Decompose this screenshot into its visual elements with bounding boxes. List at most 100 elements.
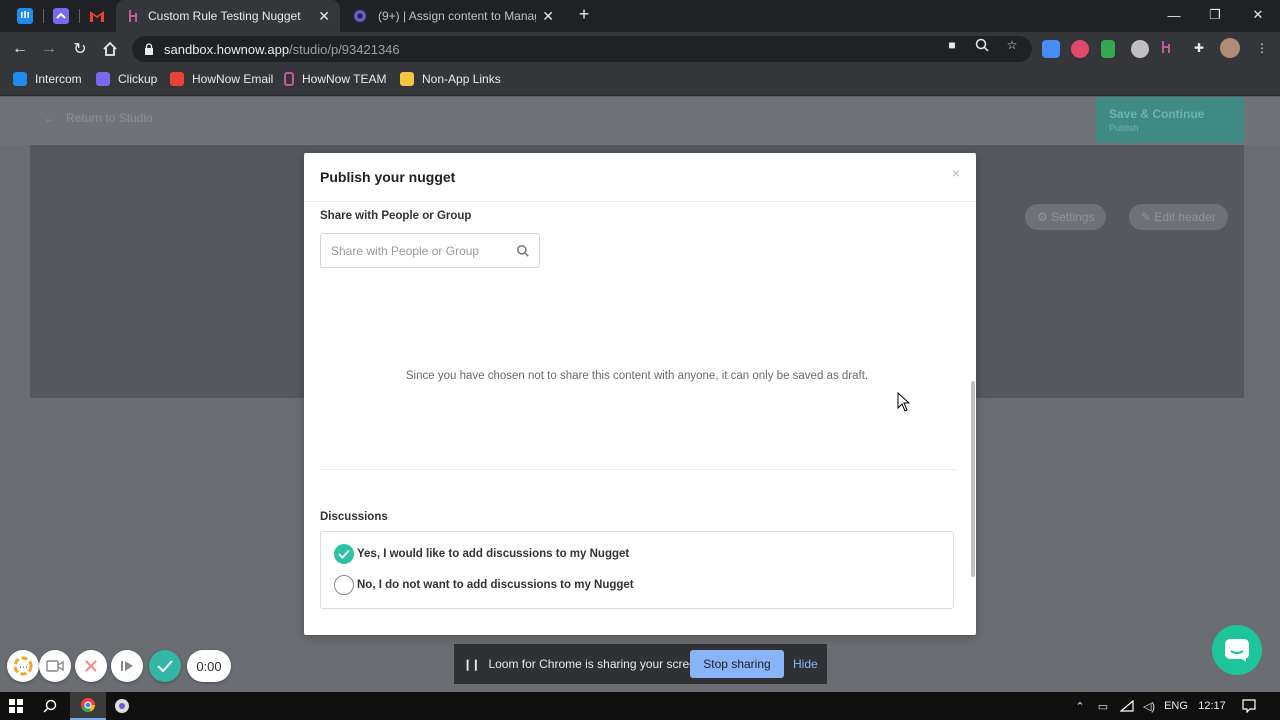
tab-title: (9+) | Assign content to Manager <box>378 9 537 23</box>
restore-icon[interactable]: ❐ <box>1193 0 1237 30</box>
save-button-label: Save & Continue <box>1109 107 1205 121</box>
window-close-icon[interactable]: ✕ <box>1236 0 1280 30</box>
home-icon[interactable] <box>99 38 121 60</box>
taskbar-app-icon[interactable] <box>110 692 134 720</box>
language-indicator[interactable]: ENG <box>1162 692 1190 720</box>
forward-icon[interactable]: → <box>38 38 60 60</box>
extension-hownow-icon[interactable] <box>1161 40 1179 58</box>
taskbar-chrome-icon[interactable] <box>70 692 106 720</box>
url-host: sandbox.hownow.app <box>164 41 290 57</box>
folder-icon <box>400 72 414 86</box>
stop-sharing-button[interactable]: Stop sharing <box>690 650 784 678</box>
intercom-icon <box>13 72 27 86</box>
settings-label: Settings <box>1051 210 1095 224</box>
pinned-tab-gmail[interactable] <box>82 4 112 28</box>
loom-camera-button[interactable] <box>39 650 71 682</box>
gear-icon: ⚙ <box>1037 210 1052 224</box>
loom-menu-button[interactable]: ⋯ <box>7 650 39 682</box>
cancel-x-icon <box>85 660 97 672</box>
extension-sheets-icon[interactable] <box>1101 40 1115 58</box>
minimize-icon[interactable]: — <box>1152 0 1196 30</box>
section-divider <box>320 469 956 470</box>
pinned-tab-clickup[interactable] <box>46 4 76 28</box>
return-link-label: Return to Studio <box>66 111 153 125</box>
settings-button[interactable]: ⚙ Settings <box>1025 204 1107 230</box>
bookmark-star-icon[interactable]: ☆ <box>1004 37 1020 53</box>
tab-close-icon[interactable]: ✕ <box>542 8 554 25</box>
chrome-menu-icon[interactable]: ⋮ <box>1254 40 1270 56</box>
browser-toolbar: ← → ↻ sandbox.hownow.app/studio/p/934213… <box>0 32 1280 66</box>
hownow-favicon-icon <box>129 10 137 22</box>
gmail-favicon-icon <box>90 11 104 22</box>
address-bar[interactable]: sandbox.hownow.app/studio/p/93421346 <box>132 36 1032 62</box>
zoom-icon[interactable] <box>974 37 990 53</box>
taskbar-search-icon[interactable] <box>38 692 62 720</box>
reload-icon[interactable]: ↻ <box>69 38 91 60</box>
camera-icon[interactable]: ■ <box>944 37 960 53</box>
mouse-cursor-icon <box>897 392 911 412</box>
gmail-icon <box>170 72 184 86</box>
url-text: sandbox.hownow.app/studio/p/93421346 <box>164 42 400 57</box>
discussions-yes-option[interactable]: Yes, I would like to add discussions to … <box>334 544 629 564</box>
extension-flower-icon[interactable] <box>1071 40 1089 58</box>
notifications-icon[interactable] <box>1238 692 1260 720</box>
wifi-icon[interactable] <box>1118 692 1136 720</box>
windows-start-icon[interactable] <box>4 692 28 720</box>
extensions-puzzle-icon[interactable]: ✚ <box>1191 40 1207 56</box>
checkmark-radio-icon[interactable] <box>334 544 354 564</box>
pinned-tab-intercom[interactable] <box>10 4 40 28</box>
discussions-section-label: Discussions <box>320 511 388 523</box>
bookmark-non-app-links[interactable]: Non-App Links <box>400 72 501 86</box>
play-pause-icon <box>121 661 133 671</box>
save-continue-button[interactable]: Save & Continue Publish <box>1096 97 1244 143</box>
tab-close-icon[interactable]: ✕ <box>318 8 330 25</box>
intercom-launcher[interactable] <box>1212 625 1262 675</box>
lock-icon <box>145 43 153 55</box>
loom-cancel-button[interactable] <box>75 650 107 682</box>
tray-chevron-icon[interactable]: ⌃ <box>1072 692 1088 720</box>
edit-header-label: Edit header <box>1154 210 1216 224</box>
bookmark-label: Clickup <box>118 72 158 86</box>
extension-meet-icon[interactable] <box>1042 40 1060 58</box>
empty-radio-icon[interactable] <box>334 575 354 595</box>
bookmark-hownow-email[interactable]: HowNow Email <box>170 72 273 86</box>
intercom-favicon-icon <box>17 8 33 24</box>
sharing-pause-icon: ❙❙ <box>463 658 480 671</box>
sharing-message: Loom for Chrome is sharing your screen. <box>488 657 706 671</box>
svg-text:⋯: ⋯ <box>19 663 28 673</box>
taskbar-clock[interactable]: 12:17 <box>1196 692 1228 720</box>
chat-icon <box>1225 639 1249 662</box>
loom-timer: 0:00 <box>187 650 231 682</box>
clickup-favicon-icon <box>53 8 69 24</box>
modal-scrollbar-thumb[interactable] <box>971 381 975 577</box>
check-icon <box>157 660 173 672</box>
loom-finish-button[interactable] <box>149 650 181 682</box>
back-icon[interactable]: ← <box>9 38 31 60</box>
bookmark-intercom[interactable]: Intercom <box>13 72 82 86</box>
edit-header-button[interactable]: ✎ Edit header <box>1129 204 1228 230</box>
option-label: Yes, I would like to add discussions to … <box>357 548 630 560</box>
loom-logo-icon: ⋯ <box>13 656 33 676</box>
volume-icon[interactable]: ◁) <box>1140 692 1158 720</box>
share-search-input[interactable] <box>320 233 540 268</box>
screen-sharing-bar: ❙❙ Loom for Chrome is sharing your scree… <box>454 644 827 684</box>
extension-globe-icon[interactable] <box>1131 40 1149 58</box>
option-label: No, I do not want to add discussions to … <box>357 579 634 591</box>
new-tab-button[interactable]: + <box>574 4 594 28</box>
tab-assign-content[interactable]: (9+) | Assign content to Manager ✕ <box>340 0 564 32</box>
return-to-studio-link[interactable]: ← Return to Studio <box>44 111 153 125</box>
tab-custom-rule-testing-nugget[interactable]: Custom Rule Testing Nugget ✕ <box>116 0 340 32</box>
bookmark-label: Non-App Links <box>422 72 501 86</box>
profile-avatar[interactable] <box>1220 38 1240 58</box>
save-button-sublabel: Publish <box>1109 123 1139 133</box>
publish-modal: Publish your nugget × Share with People … <box>304 153 976 635</box>
hide-sharing-bar-link[interactable]: Hide <box>793 657 818 671</box>
discussions-no-option[interactable]: No, I do not want to add discussions to … <box>334 575 634 595</box>
loom-pause-button[interactable] <box>111 650 143 682</box>
modal-close-icon[interactable]: × <box>952 165 960 181</box>
bookmark-clickup[interactable]: Clickup <box>96 72 157 86</box>
browser-tab-strip: Custom Rule Testing Nugget ✕ (9+) | Assi… <box>0 0 1280 32</box>
bookmark-hownow-team[interactable]: HowNow TEAM <box>284 72 386 86</box>
url-path: /studio/p/93421346 <box>289 41 400 57</box>
windows-taskbar: ⌃ ▭ ◁) ENG 12:17 <box>0 692 1280 720</box>
